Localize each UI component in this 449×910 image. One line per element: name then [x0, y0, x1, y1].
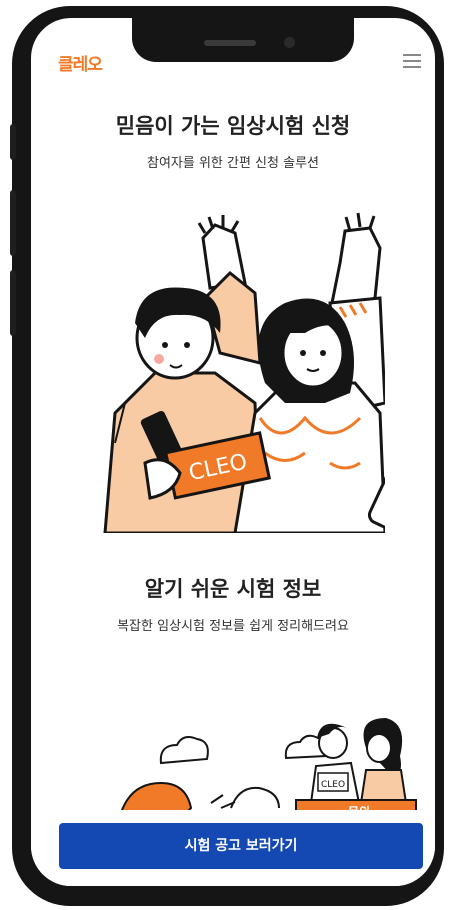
info-subtitle: 복잡한 임상시험 정보를 쉽게 정리해드려요 [117, 619, 349, 634]
inquiry-illustration: CLEO 문의 [121, 718, 417, 818]
hero-subtitle: 참여자를 위한 간편 신청 솔루션 [146, 156, 319, 171]
hero-title: 믿음이 가는 임상시험 신청 [115, 114, 351, 138]
volume-up-button [10, 190, 16, 256]
phone-notch [132, 18, 354, 62]
brand-logo[interactable]: 클레오 [58, 50, 103, 75]
front-camera [284, 37, 295, 48]
phone-screen: 클레오 믿음이 가는 임상시험 신청 참여자를 위한 간편 신청 솔루션 CLE… [31, 18, 435, 886]
speaker-grille [204, 40, 256, 46]
side-button [10, 124, 16, 160]
info-title: 알기 쉬운 시험 정보 [144, 577, 322, 601]
small-cleo-sign-text: CLEO [321, 780, 345, 790]
hamburger-menu-icon[interactable] [403, 54, 421, 68]
view-trials-button[interactable]: 시험 공고 보러가기 [59, 823, 423, 869]
volume-down-button [10, 270, 16, 336]
participants-illustration: CLEO [103, 212, 385, 533]
